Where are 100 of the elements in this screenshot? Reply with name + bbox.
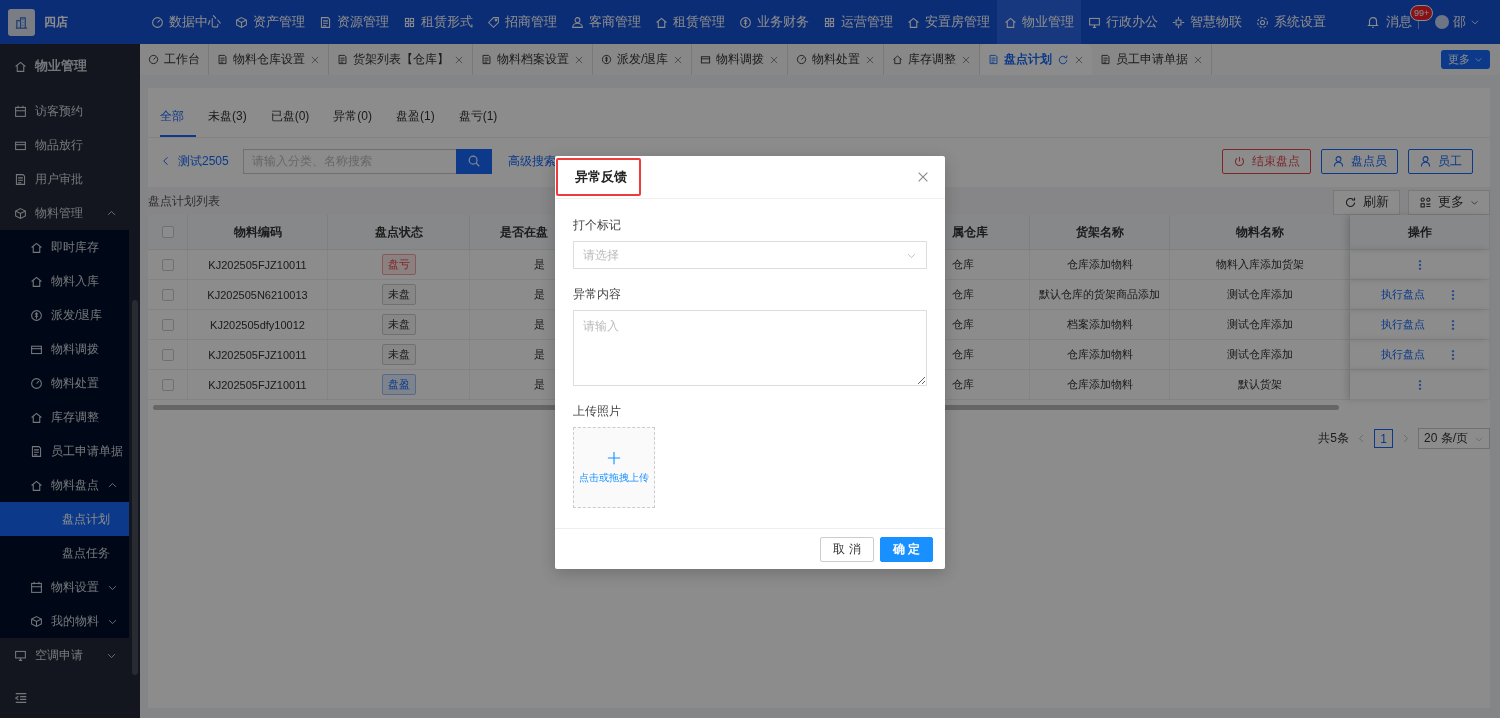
table-cell: KJ202505FJZ10011 — [188, 370, 328, 400]
nav-item[interactable]: 行政办公 — [1081, 0, 1165, 44]
chevron-down-icon — [1474, 55, 1483, 64]
upload-area[interactable]: 点击或拖拽上传 — [573, 427, 655, 508]
page-tab[interactable]: 物料仓库设置 — [209, 44, 329, 75]
document-icon — [217, 54, 228, 65]
page-tab[interactable]: 物料档案设置 — [473, 44, 593, 75]
nav-item[interactable]: 物业管理 — [997, 0, 1081, 44]
page-tab[interactable]: 货架列表【仓库】 — [329, 44, 473, 75]
status-tab[interactable]: 全部 — [160, 104, 196, 137]
action-button[interactable]: 员工 — [1408, 148, 1473, 174]
people-icon — [571, 15, 584, 29]
document-icon — [1100, 54, 1112, 65]
page-tab[interactable]: 物料处置 — [788, 44, 885, 75]
close-icon — [916, 170, 930, 184]
sidebar-item[interactable]: 员工申请单据 — [0, 434, 129, 468]
sidebar-item[interactable]: 物料入库 — [0, 264, 129, 298]
nav-item[interactable]: 业务财务 — [732, 0, 816, 44]
more-tabs-button[interactable]: 更多 — [1441, 50, 1490, 69]
checkbox[interactable] — [161, 348, 174, 361]
sidebar-item[interactable]: 物料调拨 — [0, 332, 129, 366]
execute-count-link[interactable]: 执行盘点 — [1380, 287, 1425, 302]
messages-link[interactable]: 消息 — [1386, 13, 1412, 31]
action-button[interactable]: 盘点员 — [1321, 148, 1398, 174]
confirm-button[interactable]: 确 定 — [879, 536, 933, 562]
status-tab[interactable]: 异常(0) — [333, 104, 384, 137]
text-area[interactable]: 请输入 — [573, 310, 927, 386]
nav-item[interactable]: 招商管理 — [480, 0, 564, 44]
nav-item[interactable]: 数据中心 — [144, 0, 228, 44]
sidebar-item[interactable]: 访客预约 — [0, 94, 129, 128]
page-size-select[interactable]: 20 条/页 — [1418, 428, 1490, 449]
sidebar-item[interactable]: 物料盘点 — [0, 468, 129, 502]
sidebar-item[interactable]: 物品放行 — [0, 128, 129, 162]
sidebar-item[interactable]: 派发/退库 — [0, 298, 129, 332]
execute-count-link[interactable]: 执行盘点 — [1380, 317, 1425, 332]
calendar-icon — [30, 580, 43, 594]
sidebar-item[interactable]: 物料处置 — [0, 366, 129, 400]
power-icon — [1233, 154, 1246, 168]
nav-item[interactable]: 智慧物联 — [1165, 0, 1249, 44]
sidebar-item[interactable]: 盘点计划 — [0, 502, 129, 536]
page-tab[interactable]: 员工申请单据 — [1092, 44, 1213, 75]
nav-item[interactable]: 资产管理 — [228, 0, 312, 44]
status-tab[interactable]: 未盘(3) — [208, 104, 259, 137]
document-icon — [481, 54, 492, 65]
house-icon — [907, 15, 920, 29]
search-icon — [466, 154, 481, 168]
column-header: 货架名称 — [1030, 215, 1170, 250]
checkbox[interactable] — [161, 318, 174, 331]
more-button[interactable]: 更多 — [1408, 190, 1490, 215]
sidebar-item[interactable]: 库存调整 — [0, 400, 129, 434]
checkbox[interactable] — [161, 258, 174, 271]
nav-item[interactable]: 租赁形式 — [396, 0, 480, 44]
gauge-icon — [796, 54, 808, 65]
table-cell: KJ202505FJZ10011 — [188, 340, 328, 370]
status-tag: 未盘 — [381, 344, 416, 365]
nav-item[interactable]: 资源管理 — [312, 0, 396, 44]
checkbox[interactable] — [161, 226, 174, 238]
chevron-down-icon — [1470, 198, 1479, 207]
execute-count-link[interactable]: 执行盘点 — [1380, 347, 1425, 362]
sidebar-item[interactable]: 用户审批 — [0, 162, 129, 196]
checkbox[interactable] — [161, 378, 174, 391]
page-number[interactable]: 1 — [1374, 429, 1393, 448]
document-icon — [319, 15, 332, 29]
page-tab[interactable]: 盘点计划 — [980, 44, 1093, 75]
close-button[interactable] — [916, 170, 930, 184]
cube-icon — [30, 614, 43, 628]
nav-item[interactable]: 客商管理 — [564, 0, 648, 44]
page-tab[interactable]: 工作台 — [140, 44, 209, 75]
chip-icon — [1172, 15, 1185, 29]
nav-item[interactable]: 运营管理 — [816, 0, 900, 44]
nav-item[interactable]: 租赁管理 — [648, 0, 732, 44]
brand-name: 四店 — [44, 13, 69, 31]
checkbox[interactable] — [161, 288, 174, 301]
nav-item[interactable]: 系统设置 — [1249, 0, 1333, 44]
status-tag: 未盘 — [381, 314, 416, 335]
refresh-button[interactable]: 刷新 — [1333, 190, 1400, 215]
sidebar-item[interactable]: 我的物料 — [0, 604, 129, 638]
nav-item[interactable]: 安置房管理 — [900, 0, 997, 44]
page-tab[interactable]: 物料调拨 — [692, 44, 789, 75]
search-button[interactable] — [455, 148, 492, 174]
sidebar-item[interactable]: 即时库存 — [0, 230, 129, 264]
sidebar-item[interactable]: 物料设置 — [0, 570, 129, 604]
sidebar-item[interactable]: 空调申请 — [0, 638, 129, 672]
column-header: 物料名称 — [1170, 215, 1350, 250]
advanced-search-link[interactable]: 高级搜索 — [507, 152, 556, 170]
avatar[interactable] — [1435, 15, 1449, 29]
sidebar-item[interactable]: 盘点任务 — [0, 536, 129, 570]
coin-icon — [601, 54, 612, 65]
status-tab[interactable]: 盘盈(1) — [396, 104, 447, 137]
status-tab[interactable]: 已盘(0) — [270, 104, 322, 137]
page-tab[interactable]: 派发/退库 — [593, 44, 693, 75]
close-icon — [769, 54, 780, 65]
close-icon — [673, 54, 684, 65]
sidebar-item[interactable]: 物料管理 — [0, 196, 129, 230]
cube-icon — [14, 206, 27, 220]
user-name[interactable]: 邵 — [1453, 13, 1466, 31]
back-link[interactable]: 测试2505 — [160, 152, 229, 170]
cancel-button[interactable]: 取 消 — [820, 536, 874, 562]
action-button[interactable]: 结束盘点 — [1222, 148, 1311, 174]
status-tab[interactable]: 盘亏(1) — [458, 104, 510, 137]
